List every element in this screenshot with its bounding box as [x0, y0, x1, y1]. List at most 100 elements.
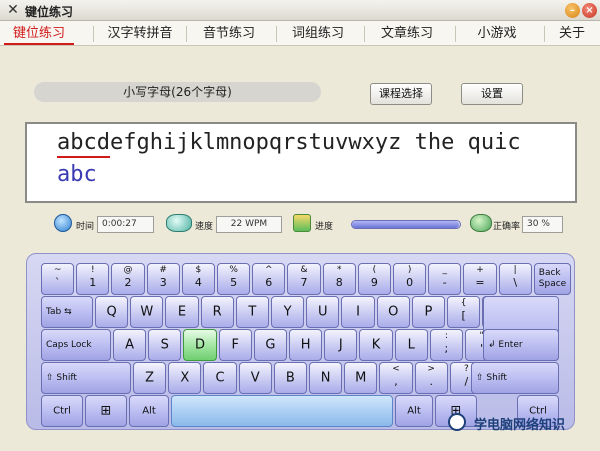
key-t[interactable]: T — [235, 296, 269, 328]
key-shift-char: # — [159, 265, 167, 275]
progress-bar — [351, 220, 461, 229]
key-a[interactable]: A — [113, 329, 147, 361]
key-tab[interactable]: Tab ⇆ — [41, 296, 93, 328]
key-num-8[interactable]: * 8 — [322, 263, 356, 295]
key-period[interactable]: >. — [414, 362, 448, 394]
key-label: ⇧ Shift — [46, 373, 77, 383]
tab-phrase-practice[interactable]: 词组练习 — [278, 21, 358, 46]
tab-hanzi-to-pinyin[interactable]: 汉字转拼音 — [95, 21, 185, 46]
key-num-5[interactable]: % 5 — [217, 263, 251, 295]
key-alt-right[interactable]: Alt — [395, 395, 433, 427]
key-label: S — [160, 337, 169, 353]
key-num-13[interactable]: | \ — [498, 263, 532, 295]
current-lesson-label: 小写字母(26个字母) — [34, 82, 321, 102]
typing-panel[interactable]: abcdefghijklmnopqrstuvwxyz the quic abc — [25, 122, 577, 203]
settings-button[interactable]: 设置 — [461, 83, 523, 105]
key-num-2[interactable]: @2 — [111, 263, 145, 295]
key-o[interactable]: O — [376, 296, 410, 328]
key-d[interactable]: D — [183, 329, 217, 361]
key-shift-char: ) — [407, 265, 412, 275]
key-num-1[interactable]: ! 1 — [76, 263, 110, 295]
accuracy-label: 正确率 — [493, 222, 521, 232]
minimize-button[interactable]: – — [565, 3, 580, 18]
key-i[interactable]: I — [341, 296, 375, 328]
virtual-keyboard: ~ `! 1 @2 #3 $4% 5 ^ 6 & 7 * 8(9) 0 _ - + = | \ Back Space Ta… — [26, 253, 575, 430]
key-windows-left[interactable]: ⊞ — [85, 395, 127, 427]
app-window: ✕ 键位练习 – × 键位练习 汉字转拼音 音节练习 词组练习 文章练习 小游戏… — [0, 0, 600, 451]
key-base-char: 6 — [265, 276, 273, 289]
key-f[interactable]: F — [218, 329, 252, 361]
key-shift-char: * — [336, 265, 342, 275]
key-caps-lock[interactable]: Caps Lock — [41, 329, 111, 361]
key-shift-char: @ — [123, 265, 133, 275]
key-label: Tab ⇆ — [46, 307, 72, 317]
key-label: N — [320, 370, 331, 386]
key-p[interactable]: P — [411, 296, 445, 328]
key-x[interactable]: X — [168, 362, 202, 394]
progress-bar-fill — [352, 221, 459, 228]
key-label: C — [215, 370, 225, 386]
key-space[interactable] — [171, 395, 393, 427]
key-num-6[interactable]: ^ 6 — [252, 263, 286, 295]
key-l[interactable]: L — [394, 329, 428, 361]
tab-key-practice[interactable]: 键位练习 — [4, 21, 74, 46]
tab-separator — [276, 26, 277, 42]
tab-about[interactable]: 关于 — [548, 21, 596, 46]
key-label: P — [424, 304, 433, 320]
course-select-button[interactable]: 课程选择 — [370, 83, 432, 105]
tab-mini-games[interactable]: 小游戏 — [457, 21, 537, 46]
key-b[interactable]: B — [273, 362, 307, 394]
key-num-3[interactable]: #3 — [146, 263, 180, 295]
key-m[interactable]: M — [344, 362, 378, 394]
key-n[interactable]: N — [309, 362, 343, 394]
key-y[interactable]: Y — [271, 296, 305, 328]
key-shift-right[interactable]: ⇧ Shift — [471, 362, 559, 394]
key-num-4[interactable]: $4 — [181, 263, 215, 295]
key-shift-left[interactable]: ⇧ Shift — [41, 362, 131, 394]
key-label: D — [194, 337, 205, 353]
key-v[interactable]: V — [238, 362, 272, 394]
key-label: G — [265, 337, 276, 353]
key-base-char: 8 — [335, 276, 343, 289]
key-alt-left[interactable]: Alt — [129, 395, 169, 427]
key-label: ⇧ Shift — [476, 373, 507, 383]
key-num-9[interactable]: (9 — [357, 263, 391, 295]
key-semicolon[interactable]: :; — [429, 329, 463, 361]
key-w[interactable]: W — [130, 296, 164, 328]
tab-article-practice[interactable]: 文章练习 — [366, 21, 448, 46]
key-backtick[interactable]: ~ ` — [41, 263, 75, 295]
key-num-7[interactable]: & 7 — [287, 263, 321, 295]
key-enter[interactable]: ↲ Enter — [483, 329, 559, 361]
tab-syllable-practice[interactable]: 音节练习 — [188, 21, 270, 46]
key-j[interactable]: J — [324, 329, 358, 361]
key-h[interactable]: H — [289, 329, 323, 361]
key-base-char: 1 — [89, 276, 97, 289]
key-num-10[interactable]: ) 0 — [393, 263, 427, 295]
key-label: F — [231, 337, 239, 353]
key-q[interactable]: Q — [95, 296, 129, 328]
key-comma[interactable]: <, — [379, 362, 413, 394]
menu-tabs: 键位练习 汉字转拼音 音节练习 词组练习 文章练习 小游戏 关于 — [0, 21, 600, 46]
progress-icon — [293, 214, 311, 232]
key-r[interactable]: R — [200, 296, 234, 328]
time-label: 时间 — [76, 222, 95, 232]
key-ctrl-left[interactable]: Ctrl — [41, 395, 83, 427]
key-num-12[interactable]: + = — [463, 263, 497, 295]
key-u[interactable]: U — [306, 296, 340, 328]
close-button[interactable]: × — [582, 3, 597, 18]
key-label: U — [318, 304, 328, 320]
key-g[interactable]: G — [253, 329, 287, 361]
key-backspace[interactable]: Back Space — [533, 263, 571, 295]
key-label: I — [356, 304, 360, 320]
key-label: Q — [106, 304, 117, 320]
speedometer-icon — [166, 214, 192, 232]
key-s[interactable]: S — [148, 329, 182, 361]
key-k[interactable]: K — [359, 329, 393, 361]
key-num-11[interactable]: _ - — [428, 263, 462, 295]
key-e[interactable]: E — [165, 296, 199, 328]
key-c[interactable]: C — [203, 362, 237, 394]
key-bracket-left[interactable]: {[ — [447, 296, 481, 328]
tab-separator — [93, 26, 94, 42]
key-z[interactable]: Z — [133, 362, 167, 394]
accuracy-icon — [470, 214, 492, 232]
